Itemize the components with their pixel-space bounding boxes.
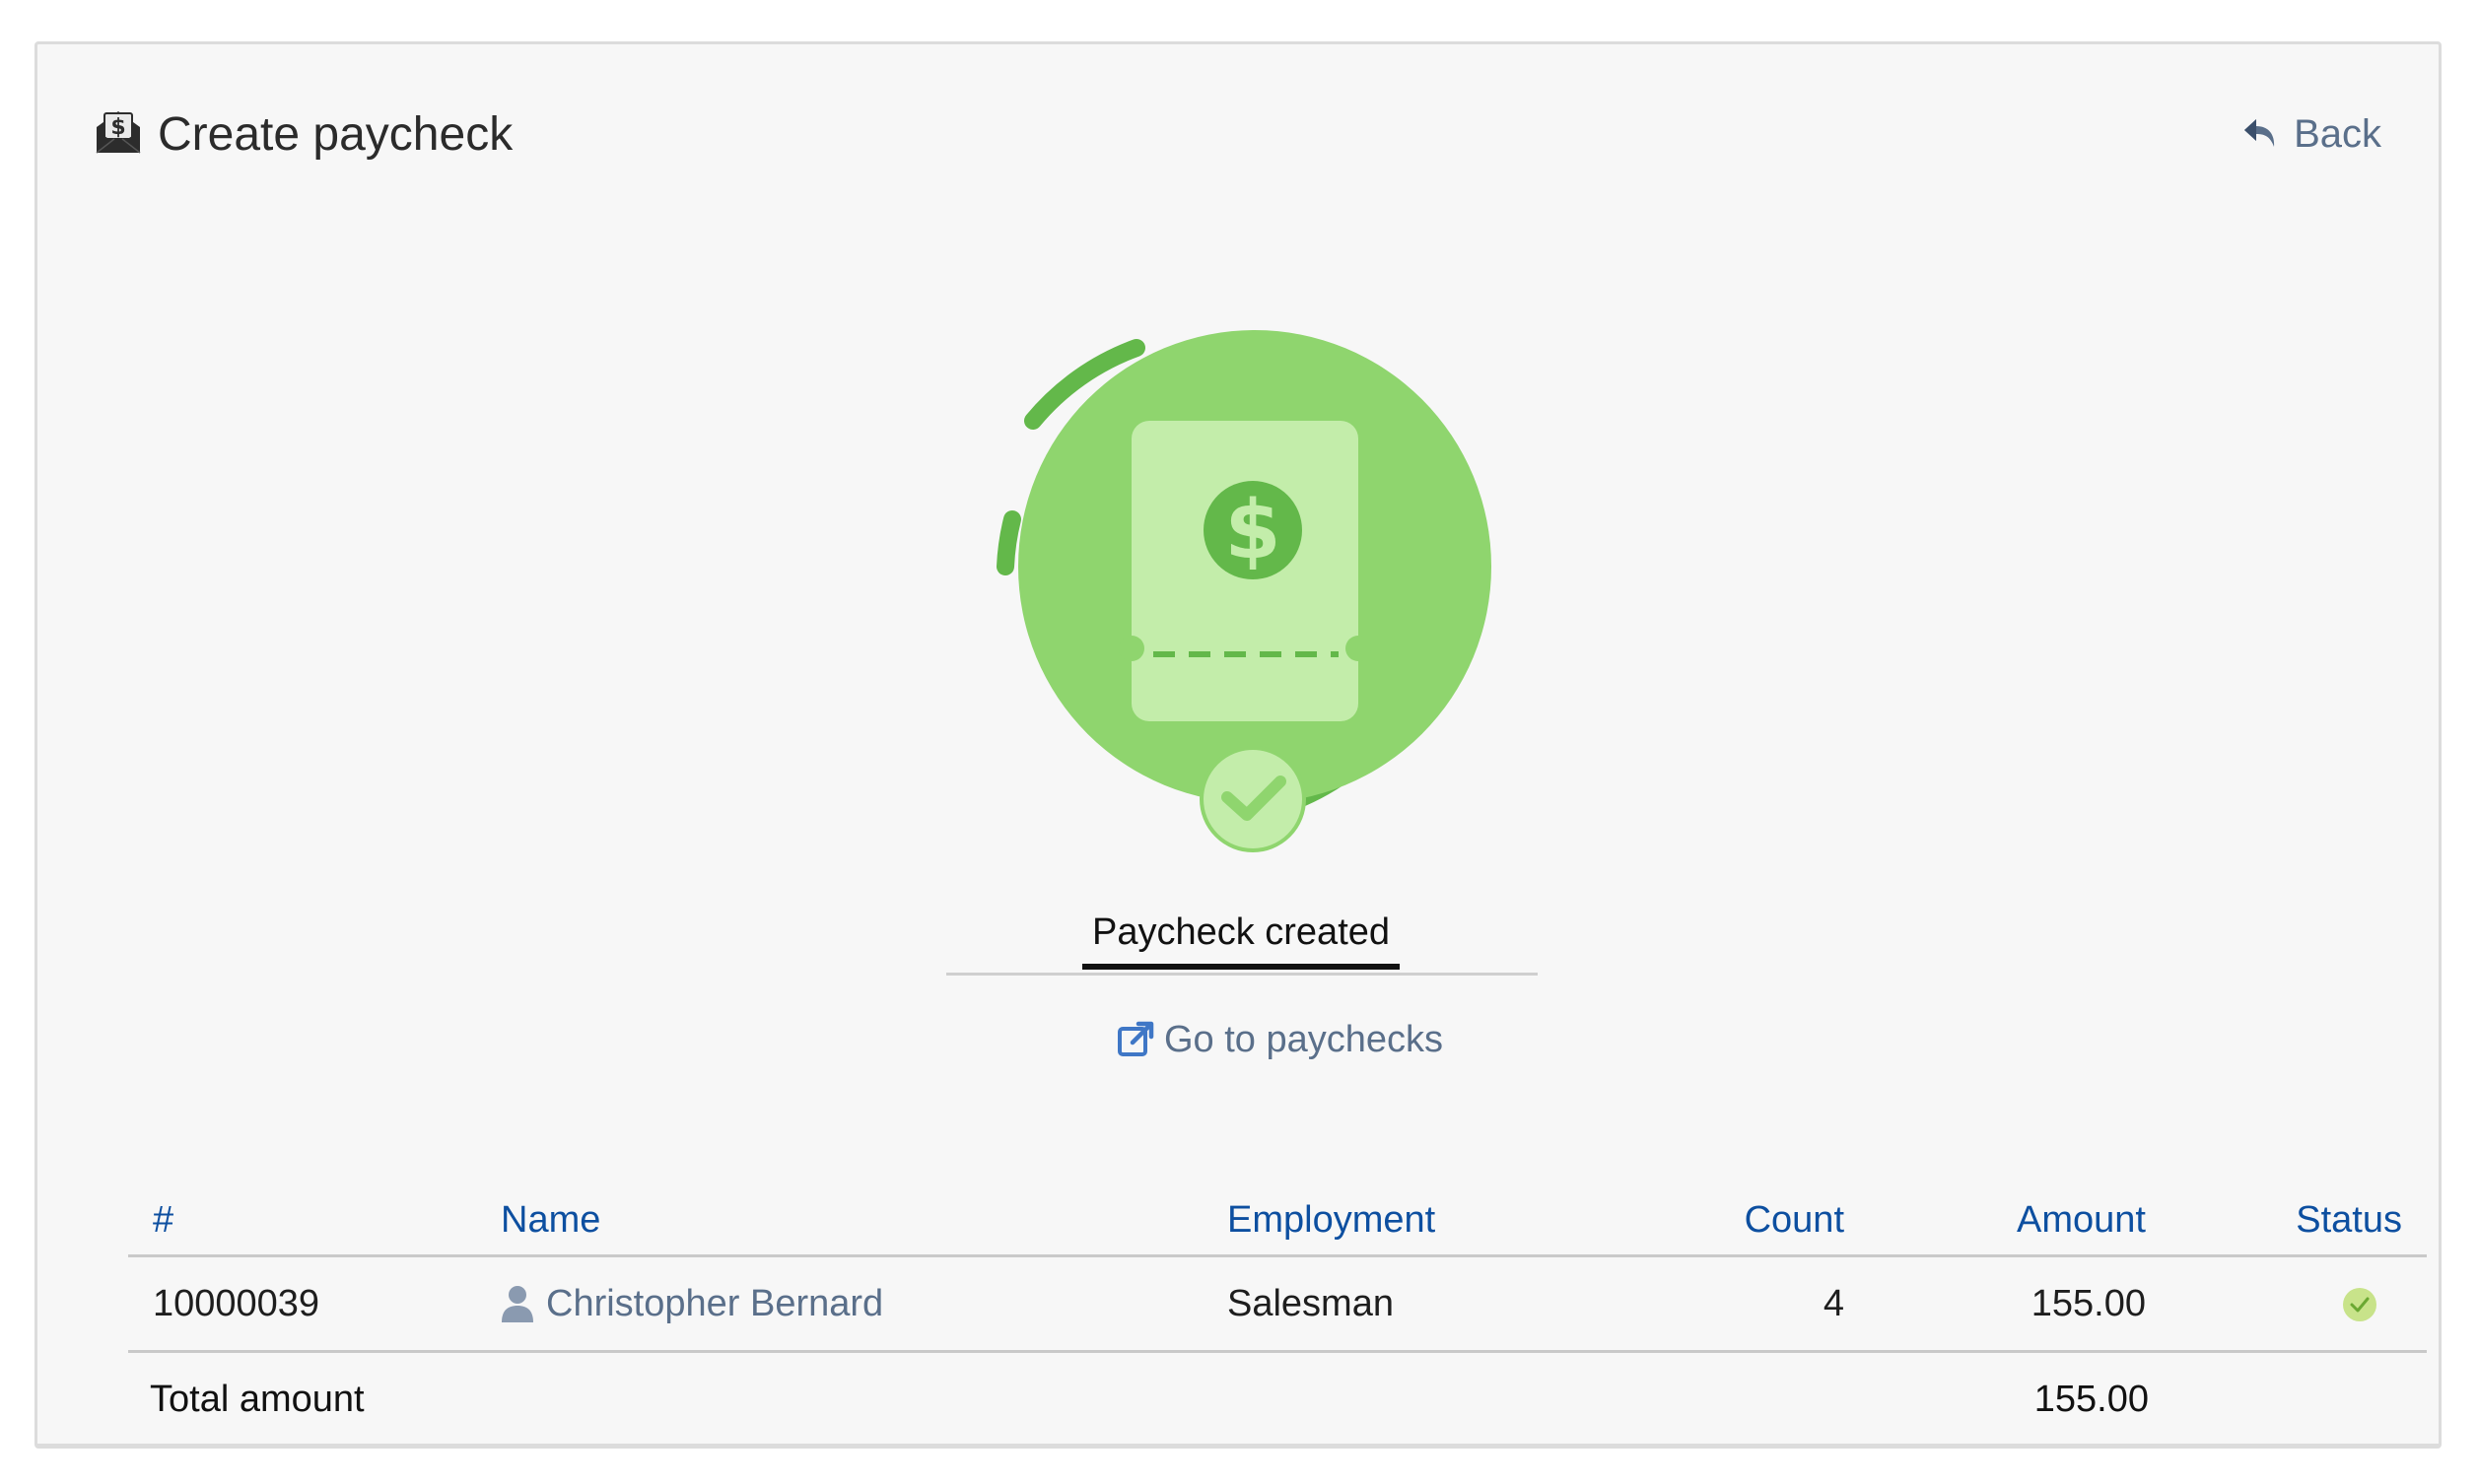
column-header-count[interactable]: Count <box>1745 1195 1844 1245</box>
person-icon <box>502 1286 533 1322</box>
paycheck-table: # Name Employment Count Amount Status 10… <box>128 1185 2427 1446</box>
paycheck-success-illustration: $ <box>997 330 1491 852</box>
table-row: 10000039 Christopher Bernard Salesman 4 … <box>128 1257 2427 1353</box>
go-to-paychecks-link[interactable]: Go to paychecks <box>1117 1015 1443 1064</box>
row-number: 10000039 <box>153 1283 320 1324</box>
page-title: Create paycheck <box>158 108 514 161</box>
table-footer-row: Total amount 155.00 <box>128 1353 2427 1446</box>
column-header-name[interactable]: Name <box>501 1195 600 1245</box>
back-label: Back <box>2294 112 2381 156</box>
svg-text:$: $ <box>110 115 125 140</box>
tab-paycheck-created[interactable]: Paycheck created <box>1082 906 1400 970</box>
create-paycheck-panel: $ Create paycheck Back $ Paycheck create… <box>34 41 2442 1449</box>
paycheck-envelope-icon: $ <box>96 111 141 154</box>
row-amount: 155.00 <box>2031 1283 2146 1324</box>
total-amount-value: 155.00 <box>2033 1379 2149 1420</box>
column-header-amount[interactable]: Amount <box>2017 1195 2146 1245</box>
column-header-employment[interactable]: Employment <box>1227 1195 1435 1245</box>
go-to-paychecks-label: Go to paychecks <box>1164 1019 1444 1060</box>
reply-arrow-icon <box>2244 119 2275 147</box>
employee-name-link[interactable]: Christopher Bernard <box>501 1279 883 1328</box>
page-header: $ Create paycheck Back <box>95 101 2381 170</box>
svg-text:$: $ <box>1224 484 1280 577</box>
external-link-icon <box>1118 1021 1154 1056</box>
column-header-number[interactable]: # <box>153 1195 173 1245</box>
check-circle-icon <box>2343 1288 2376 1321</box>
table-header-row: # Name Employment Count Amount Status <box>128 1185 2427 1257</box>
total-amount-label: Total amount <box>150 1379 365 1420</box>
row-count: 4 <box>1823 1283 1844 1324</box>
column-header-status[interactable]: Status <box>2296 1195 2402 1245</box>
back-button[interactable]: Back <box>2242 109 2381 159</box>
result-tabbar: Paycheck created <box>946 902 1538 976</box>
row-employment: Salesman <box>1227 1283 1394 1324</box>
employee-name: Christopher Bernard <box>546 1283 884 1324</box>
